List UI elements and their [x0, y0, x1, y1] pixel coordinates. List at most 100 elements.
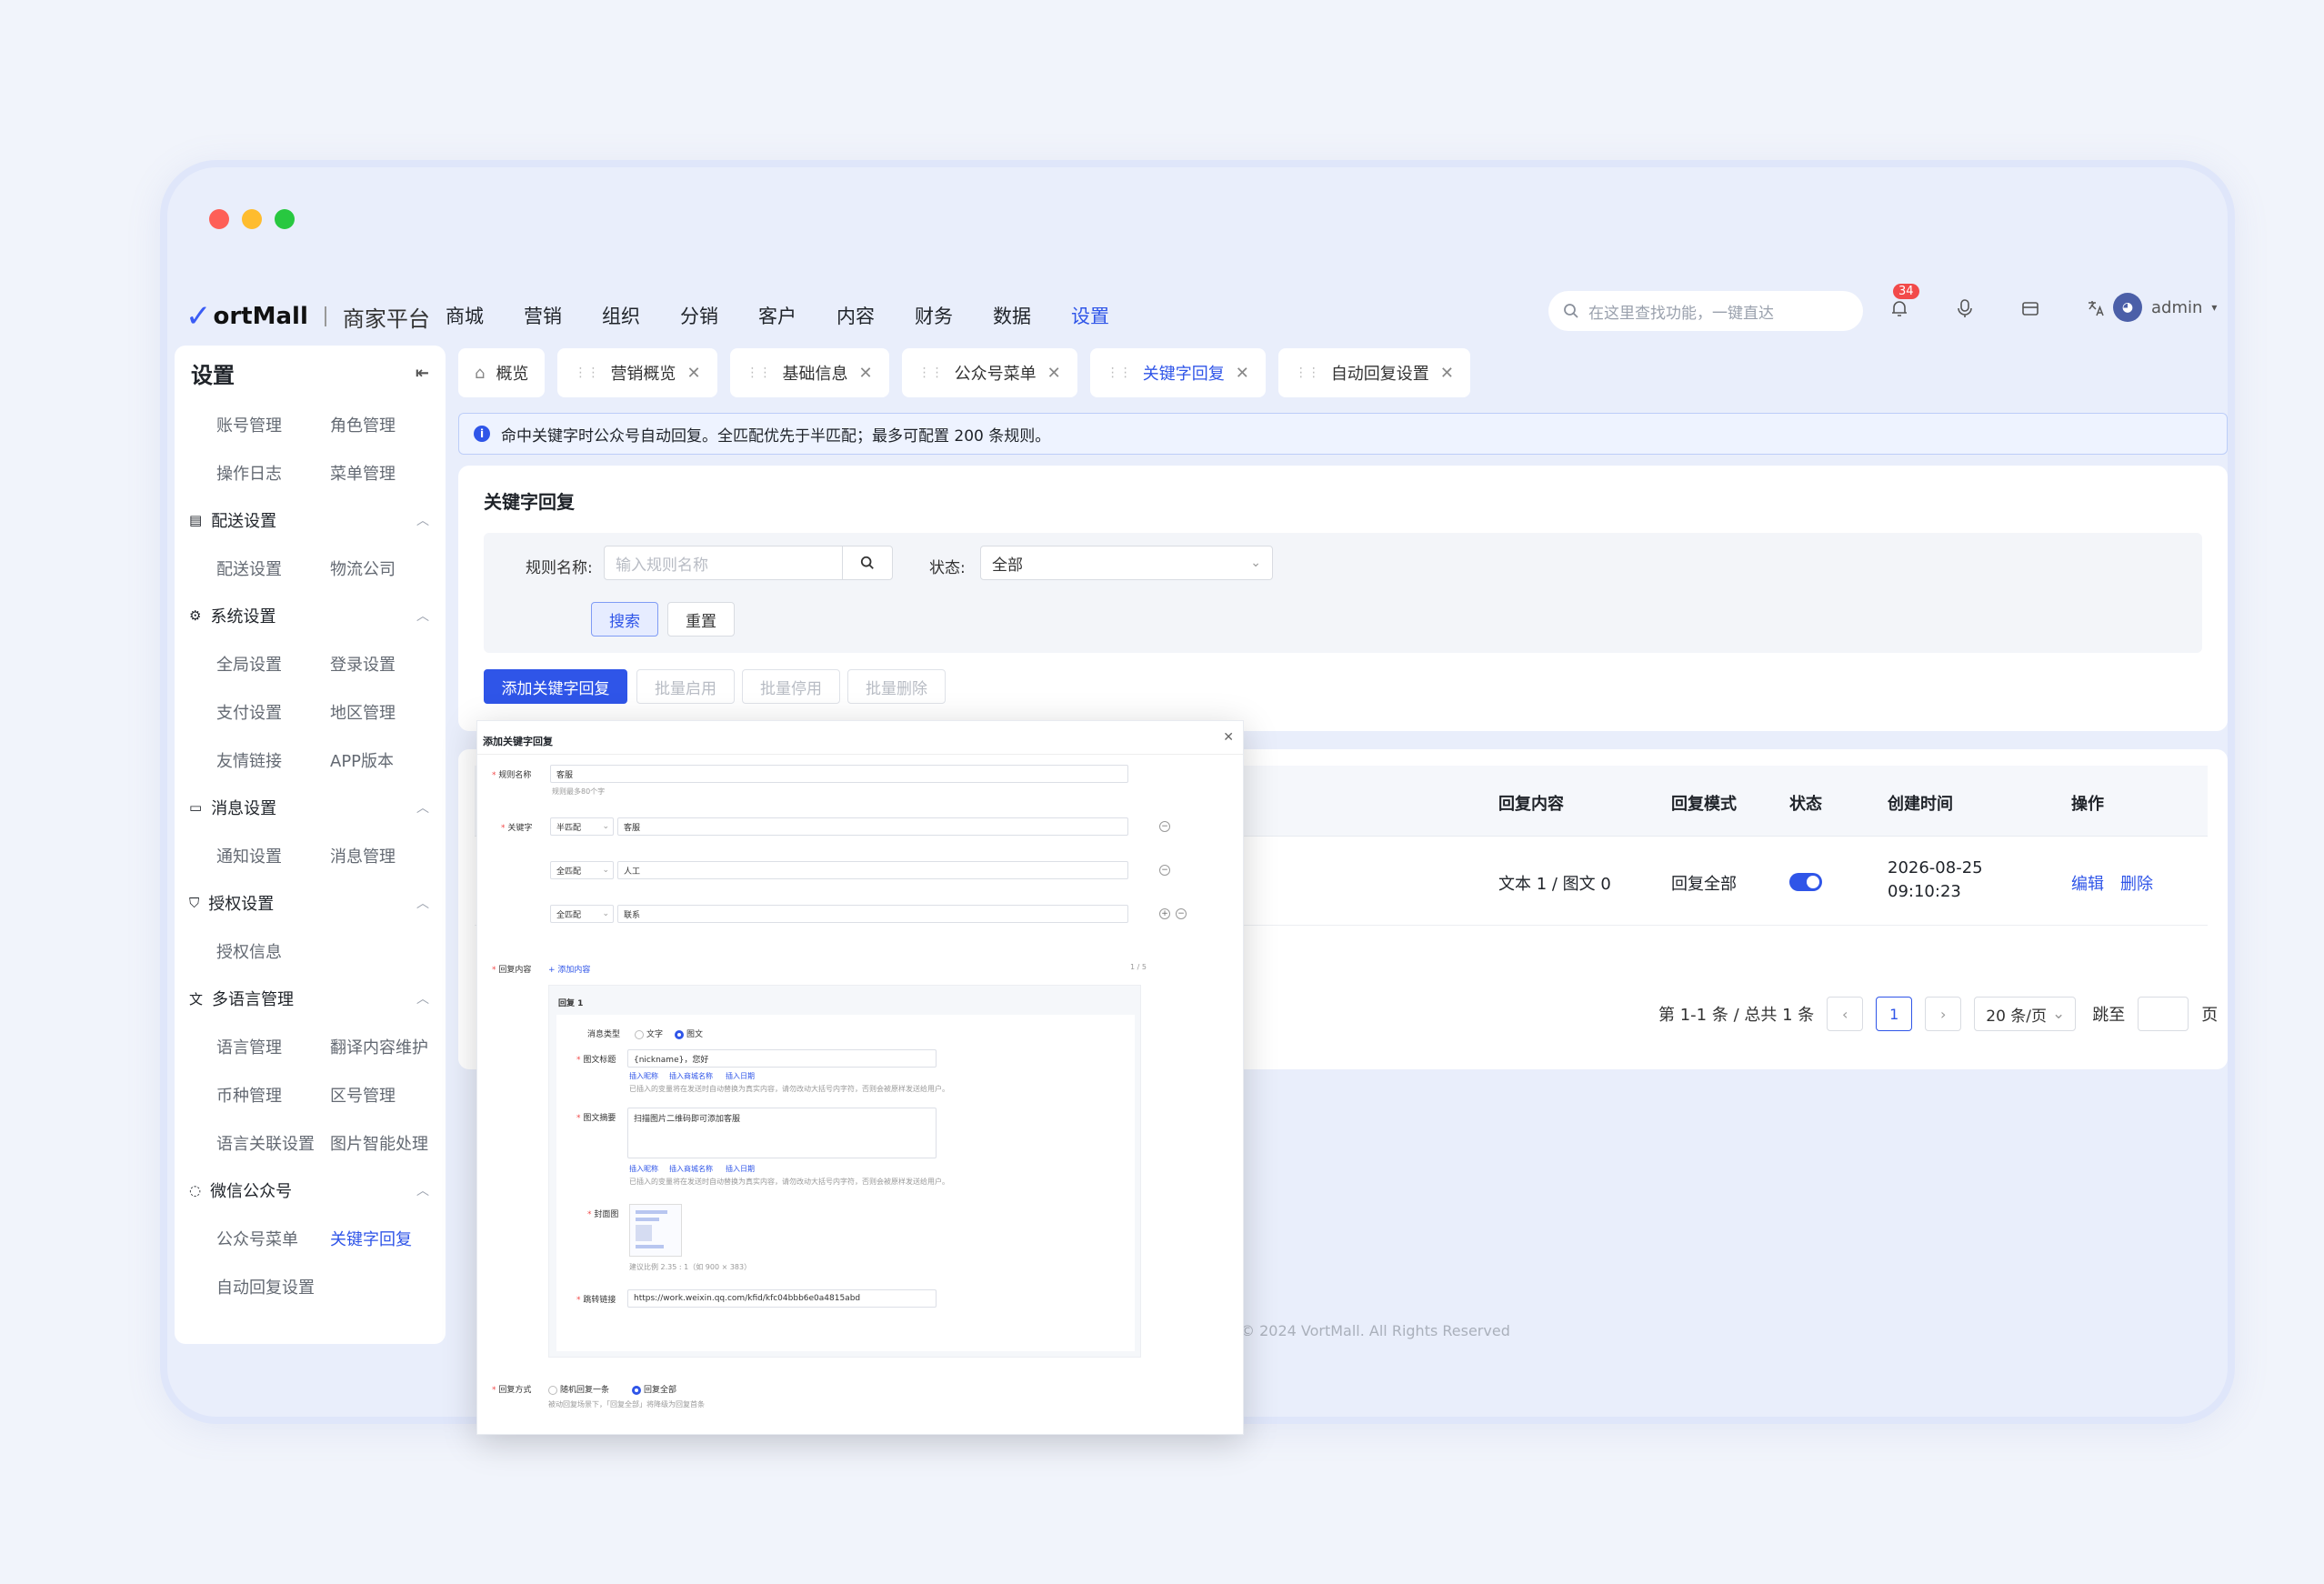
sidebar-group-title[interactable]: ▤ 配送设置 ︿ — [189, 496, 446, 544]
insert-date-link[interactable]: 插入日期 — [726, 1071, 755, 1081]
sidebar-item[interactable]: 授权信息 — [216, 927, 330, 975]
sidebar-item[interactable]: 语言管理 — [216, 1022, 330, 1070]
remove-keyword-icon[interactable]: − — [1159, 821, 1170, 832]
drag-handle-icon[interactable]: ⋮⋮ — [574, 366, 599, 380]
add-keyword-icon[interactable]: + — [1159, 908, 1170, 919]
sidebar-item[interactable]: 全局设置 — [216, 639, 330, 687]
insert-date-link[interactable]: 插入日期 — [726, 1164, 755, 1174]
sidebar-group-title[interactable]: ⛉ 授权设置 ︿ — [189, 879, 446, 927]
sidebar-group-title[interactable]: ⚙ 系统设置 ︿ — [189, 592, 446, 639]
insert-nickname-link[interactable]: 插入昵称 — [629, 1164, 658, 1174]
brand-logo[interactable]: ✓ ortMall 商家平台 — [185, 298, 430, 335]
batch-disable-button[interactable]: 批量停用 — [742, 669, 840, 704]
close-window-button[interactable] — [209, 209, 229, 229]
close-icon[interactable]: ✕ — [859, 364, 873, 383]
close-icon[interactable]: ✕ — [1223, 730, 1234, 745]
sidebar-item[interactable]: 消息管理 — [330, 831, 444, 879]
prev-page-button[interactable]: ‹ — [1827, 997, 1864, 1031]
sidebar-item[interactable]: 区号管理 — [330, 1070, 444, 1118]
rule-name-field[interactable]: 客服 — [550, 765, 1128, 783]
sidebar-item[interactable]: 语言关联设置 — [216, 1118, 330, 1167]
match-type-select[interactable]: 全匹配 ⌄ — [550, 905, 614, 923]
nav-item[interactable]: 数据 — [993, 302, 1035, 329]
maximize-window-button[interactable] — [275, 209, 295, 229]
sidebar-item[interactable]: 自动回复设置 — [216, 1262, 330, 1310]
bell-icon[interactable]: 34 — [1886, 284, 1919, 322]
add-content-link[interactable]: + 添加内容 — [548, 963, 590, 975]
reply-mode-random-option[interactable]: 随机回复一条 — [548, 1383, 609, 1395]
sidebar-item[interactable]: 翻译内容维护 — [330, 1022, 444, 1070]
sidebar-item[interactable]: 支付设置 — [216, 687, 330, 736]
global-search-input[interactable]: 在这里查找功能，一键直达 — [1548, 291, 1863, 331]
insert-mall-name-link[interactable]: 插入商城名称 — [669, 1164, 713, 1174]
article-title-input[interactable]: {nickname}，您好 — [627, 1049, 937, 1068]
search-button[interactable]: 搜索 — [591, 602, 658, 637]
keyword-input[interactable]: 联系 — [617, 905, 1128, 923]
close-icon[interactable]: ✕ — [1440, 364, 1454, 383]
sidebar-item[interactable]: 登录设置 — [330, 639, 444, 687]
sidebar-item[interactable]: 操作日志 — [216, 448, 330, 496]
batch-enable-button[interactable]: 批量启用 — [636, 669, 735, 704]
add-keyword-reply-button[interactable]: 添加关键字回复 — [484, 669, 627, 704]
nav-item[interactable]: 商城 — [446, 302, 487, 329]
tab-official-menu[interactable]: ⋮⋮ 公众号菜单 ✕ — [901, 348, 1077, 397]
match-type-select[interactable]: 全匹配 ⌄ — [550, 861, 614, 879]
tab-overview[interactable]: ⌂ 概览 — [458, 348, 546, 397]
link-input[interactable]: https://work.weixin.qq.com/kfid/kfc04bbb… — [627, 1289, 937, 1308]
batch-delete-button[interactable]: 批量删除 — [847, 669, 946, 704]
insert-mall-name-link[interactable]: 插入商城名称 — [669, 1071, 713, 1081]
sidebar-item[interactable]: 币种管理 — [216, 1070, 330, 1118]
keyword-input[interactable]: 人工 — [617, 861, 1128, 879]
sidebar-item[interactable]: 物流公司 — [330, 544, 444, 592]
collapse-sidebar-icon[interactable]: ⇤ — [416, 364, 429, 383]
insert-nickname-link[interactable]: 插入昵称 — [629, 1071, 658, 1081]
keyword-input[interactable]: 客服 — [617, 817, 1128, 836]
close-icon[interactable]: ✕ — [686, 364, 700, 383]
sidebar-item[interactable]: 图片智能处理 — [330, 1118, 444, 1167]
sidebar-group-title[interactable]: 文 多语言管理 ︿ — [189, 975, 446, 1022]
translate-icon[interactable] — [2082, 295, 2109, 322]
nav-item[interactable]: 客户 — [758, 302, 800, 329]
store-icon[interactable] — [2017, 295, 2044, 322]
close-icon[interactable]: ✕ — [1047, 364, 1061, 383]
status-select[interactable]: 全部 ⌄ — [980, 546, 1273, 580]
drag-handle-icon[interactable]: ⋮⋮ — [1295, 366, 1320, 380]
edit-link[interactable]: 编辑 — [2071, 871, 2104, 895]
cover-image[interactable] — [629, 1204, 682, 1257]
nav-item[interactable]: 内容 — [836, 302, 878, 329]
page-size-select[interactable]: 20 条/页 ⌄ — [1974, 997, 2077, 1031]
user-menu[interactable]: ◕ admin ▾ — [2113, 293, 2217, 322]
sidebar-item[interactable]: APP版本 — [330, 736, 444, 784]
drag-handle-icon[interactable]: ⋮⋮ — [1107, 366, 1132, 380]
sidebar-item[interactable]: 公众号菜单 — [216, 1214, 330, 1262]
reset-button[interactable]: 重置 — [667, 602, 735, 637]
jump-page-input[interactable] — [2138, 997, 2189, 1031]
microphone-icon[interactable] — [1951, 295, 1978, 322]
reply-mode-all-option[interactable]: 回复全部 — [632, 1383, 676, 1395]
tab-auto-reply[interactable]: ⋮⋮ 自动回复设置 ✕ — [1277, 348, 1470, 397]
sidebar-group-title[interactable]: ◌ 微信公众号 ︿ — [189, 1167, 446, 1214]
drag-handle-icon[interactable]: ⋮⋮ — [918, 366, 944, 380]
nav-item-settings[interactable]: 设置 — [1071, 302, 1113, 329]
nav-item[interactable]: 分销 — [680, 302, 722, 329]
status-toggle[interactable] — [1789, 873, 1822, 891]
msg-type-article-option[interactable]: 图文 — [675, 1028, 703, 1039]
sidebar-item-keyword-reply[interactable]: 关键字回复 — [330, 1214, 444, 1262]
tab-marketing-overview[interactable]: ⋮⋮ 营销概览 ✕ — [557, 348, 717, 397]
tab-keyword-reply[interactable]: ⋮⋮ 关键字回复 ✕ — [1089, 348, 1266, 397]
search-icon-button[interactable] — [842, 546, 893, 580]
page-button[interactable]: 1 — [1876, 997, 1913, 1031]
rule-name-input[interactable]: 输入规则名称 — [604, 546, 844, 580]
sidebar-item[interactable]: 角色管理 — [330, 400, 444, 448]
minimize-window-button[interactable] — [242, 209, 262, 229]
sidebar-group-title[interactable]: ▭ 消息设置 ︿ — [189, 784, 446, 831]
nav-item[interactable]: 财务 — [915, 302, 957, 329]
remove-keyword-icon[interactable]: − — [1159, 865, 1170, 876]
sidebar-item[interactable]: 通知设置 — [216, 831, 330, 879]
close-icon[interactable]: ✕ — [1236, 364, 1249, 383]
remove-keyword-icon[interactable]: − — [1176, 908, 1187, 919]
summary-textarea[interactable]: 扫描图片二维码即可添加客服 — [627, 1108, 937, 1158]
nav-item[interactable]: 组织 — [602, 302, 644, 329]
sidebar-item[interactable]: 地区管理 — [330, 687, 444, 736]
sidebar-item[interactable]: 配送设置 — [216, 544, 330, 592]
